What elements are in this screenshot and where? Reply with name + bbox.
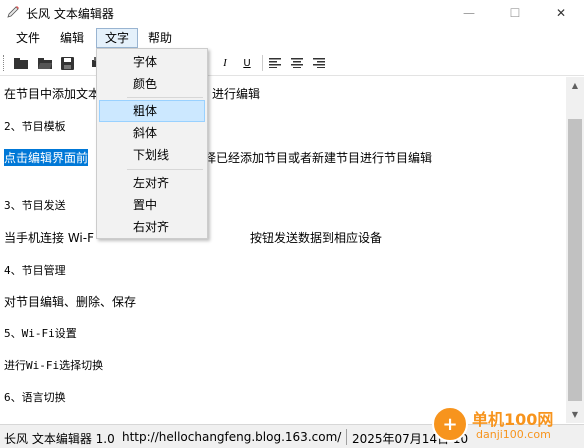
editor-line: 按钮发送数据到相应设备 xyxy=(250,231,383,245)
editor-line: 对节目编辑、删除、保存 xyxy=(4,295,137,309)
menu-item-italic[interactable]: 斜体 xyxy=(99,122,205,144)
align-center-icon[interactable] xyxy=(288,54,306,72)
menu-separator xyxy=(127,169,203,170)
menu-item-font[interactable]: 字体 xyxy=(99,51,205,73)
menu-item-underline[interactable]: 下划线 xyxy=(99,144,205,166)
editor-line: 当手机连接 Wi-F xyxy=(4,231,94,245)
menu-edit[interactable]: 编辑 xyxy=(52,28,92,48)
watermark-title: 单机100网 xyxy=(472,410,554,429)
toolbar: I U xyxy=(0,50,584,76)
scrollbar-thumb[interactable] xyxy=(568,119,582,401)
editor-line: 3、节目发送 xyxy=(4,199,66,212)
editor-line: 6、语言切换 xyxy=(4,391,66,404)
text-editor[interactable]: 在节目中添加文本 进行编辑 2、节目模板 点击编辑界面前 择已经添加节目或者新建… xyxy=(0,77,566,423)
align-left-icon[interactable] xyxy=(266,54,284,72)
align-right-icon[interactable] xyxy=(310,54,328,72)
window-title: 长风 文本编辑器 xyxy=(26,7,114,21)
status-app-version: 长风 文本编辑器 1.0 xyxy=(4,432,115,446)
editor-line: 2、节目模板 xyxy=(4,120,66,133)
plus-circle-icon: + xyxy=(432,406,468,442)
menu-bar: 文件 编辑 文字 帮助 xyxy=(0,26,584,50)
menu-text[interactable]: 文字 xyxy=(96,28,139,48)
watermark-url: danji100.com xyxy=(476,428,551,441)
italic-icon[interactable]: I xyxy=(216,54,234,72)
open-icon[interactable] xyxy=(36,54,54,72)
text-dropdown-menu: 字体 颜色 粗体 斜体 下划线 左对齐 置中 右对齐 xyxy=(96,48,208,239)
save-icon[interactable] xyxy=(58,54,76,72)
title-bar: 长风 文本编辑器 — ☐ ✕ xyxy=(0,0,584,26)
minimize-button[interactable]: — xyxy=(446,0,492,26)
menu-item-align-right[interactable]: 右对齐 xyxy=(99,216,205,238)
toolbar-grip[interactable] xyxy=(3,55,5,71)
menu-item-color[interactable]: 颜色 xyxy=(99,73,205,95)
status-separator xyxy=(346,429,347,445)
watermark-logo: + 单机100网 danji100.com xyxy=(432,404,584,448)
menu-item-bold[interactable]: 粗体 xyxy=(99,100,205,122)
toolbar-separator xyxy=(262,55,263,71)
menu-item-align-left[interactable]: 左对齐 xyxy=(99,172,205,194)
menu-separator xyxy=(127,97,203,98)
editor-line: 进行Wi-Fi选择切换 xyxy=(4,359,104,372)
vertical-scrollbar[interactable]: ▲ ▼ xyxy=(566,77,584,423)
maximize-button[interactable]: ☐ xyxy=(492,0,538,26)
status-url: http://hellochangfeng.blog.163.com/ xyxy=(122,430,342,444)
scroll-up-icon[interactable]: ▲ xyxy=(566,77,584,94)
selected-text: 点击编辑界面前 xyxy=(4,149,89,166)
menu-help[interactable]: 帮助 xyxy=(140,28,180,48)
editor-line: 进行编辑 xyxy=(212,87,261,101)
menu-file[interactable]: 文件 xyxy=(8,28,48,48)
new-icon[interactable] xyxy=(12,54,30,72)
pencil-icon xyxy=(7,6,19,18)
editor-line: 4、节目管理 xyxy=(4,264,66,277)
underline-icon[interactable]: U xyxy=(238,54,256,72)
editor-line: 在节目中添加文本 xyxy=(4,87,101,101)
close-button[interactable]: ✕ xyxy=(538,0,584,26)
menu-item-align-center[interactable]: 置中 xyxy=(99,194,205,216)
editor-line: 择已经添加节目或者新建节目进行节目编辑 xyxy=(204,151,433,165)
editor-line: 5、Wi-Fi设置 xyxy=(4,327,77,340)
